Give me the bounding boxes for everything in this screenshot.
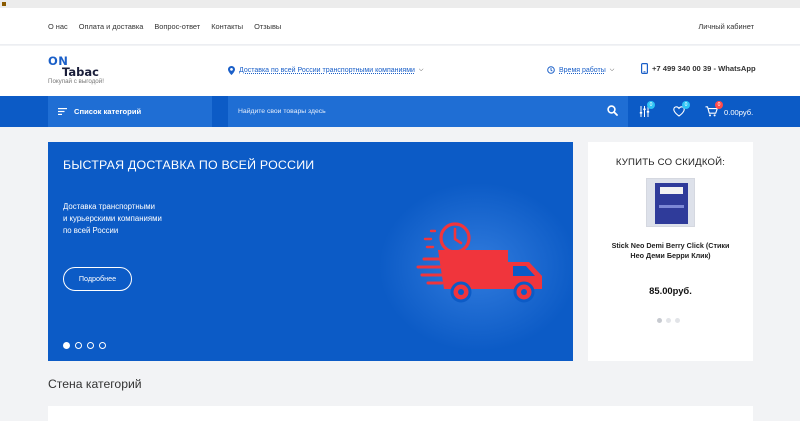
cart-count-badge: 0 xyxy=(715,101,723,109)
categories-label: Список категорий xyxy=(74,107,142,116)
work-hours-text: Время работы xyxy=(559,66,606,74)
categories-wall xyxy=(48,406,753,421)
phone-link[interactable]: +7 499 340 00 39 - WhatsApp xyxy=(641,63,756,74)
top-nav: О нас Оплата и доставка Вопрос-ответ Кон… xyxy=(48,22,281,31)
discount-dot[interactable] xyxy=(666,318,671,323)
window-mark-icon xyxy=(2,2,6,6)
slider-pagination xyxy=(63,342,106,349)
menu-icon xyxy=(58,108,67,115)
compare-count-badge: 0 xyxy=(647,101,655,109)
mobile-phone-icon xyxy=(641,63,648,74)
discount-title: КУПИТЬ СО СКИДКОЙ: xyxy=(615,157,726,168)
slider-dot[interactable] xyxy=(75,342,82,349)
slide-description-line: Доставка транспортными xyxy=(63,202,156,211)
product-price: 85.00руб. xyxy=(649,285,692,296)
chevron-down-icon: ⌵ xyxy=(609,66,615,73)
slider-dot[interactable] xyxy=(87,342,94,349)
favorites-count-badge: 0 xyxy=(682,101,690,109)
top-nav-link-reviews[interactable]: Отзывы xyxy=(254,22,281,31)
search-placeholder: Найдите свои товары здесь xyxy=(238,108,326,115)
discount-panel: КУПИТЬ СО СКИДКОЙ: Stick Neo Demi Berry … xyxy=(588,142,753,361)
slide-description-line: по всей России xyxy=(63,226,119,235)
slide-title: БЫСТРАЯ ДОСТАВКА ПО ВСЕЙ РОССИИ xyxy=(63,158,315,172)
search-icon[interactable] xyxy=(607,105,618,116)
clock-icon xyxy=(547,66,555,74)
compare-button[interactable]: 0 xyxy=(639,101,655,122)
location-pin-icon xyxy=(228,66,235,75)
search-input[interactable]: Найдите свои товары здесь xyxy=(228,96,628,127)
work-hours-dropdown[interactable]: Время работы ⌵ xyxy=(547,66,614,74)
favorites-button[interactable]: 0 xyxy=(673,101,690,122)
logo-tagline: Покупай с выгодой! xyxy=(48,78,104,85)
discount-dot[interactable] xyxy=(675,318,680,323)
chevron-down-icon: ⌵ xyxy=(418,67,424,73)
discount-pagination xyxy=(657,318,680,323)
top-nav-link-faq[interactable]: Вопрос-ответ xyxy=(154,22,200,31)
top-nav-link-contacts[interactable]: Контакты xyxy=(211,22,243,31)
main-navbar: Список категорий Найдите свои товары зде… xyxy=(0,96,800,127)
cart-button[interactable]: 0 xyxy=(705,101,723,122)
more-button[interactable]: Подробнее xyxy=(63,267,132,291)
product-pack xyxy=(655,183,688,224)
slider-dot[interactable] xyxy=(99,342,106,349)
logo-tabac: Tabac xyxy=(62,65,99,79)
cart-total[interactable]: 0.00руб. xyxy=(724,108,753,117)
slide-description: Доставка транспортными и курьерскими ком… xyxy=(63,201,162,237)
product-pack-stripe xyxy=(659,205,684,208)
account-link[interactable]: Личный кабинет xyxy=(698,22,754,31)
top-nav-link-payment[interactable]: Оплата и доставка xyxy=(79,22,144,31)
categories-button[interactable]: Список категорий xyxy=(48,96,212,127)
header: ON Tabac Покупай с выгодой! Доставка по … xyxy=(0,46,800,96)
phone-number: +7 499 340 00 39 - WhatsApp xyxy=(652,64,756,73)
discount-dot[interactable] xyxy=(657,318,662,323)
top-bar: О нас Оплата и доставка Вопрос-ответ Кон… xyxy=(0,8,800,45)
product-name[interactable]: Stick Neo Demi Berry Click (Стики Нео Де… xyxy=(608,241,733,261)
slider-dot[interactable] xyxy=(63,342,70,349)
top-nav-link-about[interactable]: О нас xyxy=(48,22,68,31)
product-pack-label xyxy=(660,187,683,194)
hero-slider: БЫСТРАЯ ДОСТАВКА ПО ВСЕЙ РОССИИ Доставка… xyxy=(48,142,573,361)
section-title: Стена категорий xyxy=(48,377,142,391)
delivery-dropdown[interactable]: Доставка по всей России транспортными ко… xyxy=(228,66,423,75)
delivery-truck-icon xyxy=(416,222,542,303)
delivery-text: Доставка по всей России транспортными ко… xyxy=(239,67,415,74)
slide-description-line: и курьерскими компаниями xyxy=(63,214,162,223)
browser-strip xyxy=(0,0,800,8)
product-image[interactable] xyxy=(646,178,695,227)
